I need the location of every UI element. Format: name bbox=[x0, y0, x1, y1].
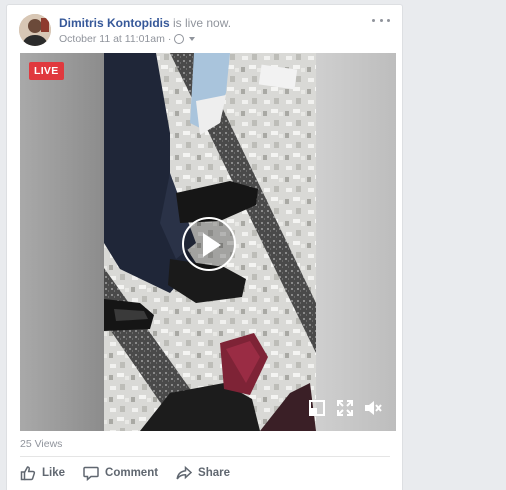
comment-button[interactable]: Comment bbox=[83, 465, 158, 481]
comment-label: Comment bbox=[105, 467, 159, 479]
comment-icon bbox=[83, 466, 99, 481]
post-title-line: Dimitris Kontopidis is live now. bbox=[59, 16, 231, 30]
avatar[interactable] bbox=[19, 14, 51, 46]
live-video-player[interactable]: LIVE bbox=[20, 53, 396, 431]
thumbs-up-icon bbox=[20, 466, 36, 481]
like-label: Like bbox=[42, 467, 66, 479]
view-count[interactable]: 25 Views bbox=[20, 438, 62, 450]
more-options-icon[interactable] bbox=[372, 14, 390, 26]
fullscreen-icon[interactable] bbox=[336, 399, 354, 417]
share-button[interactable]: Share bbox=[176, 465, 230, 481]
share-label: Share bbox=[198, 467, 231, 479]
mute-icon[interactable] bbox=[364, 399, 382, 417]
play-icon[interactable] bbox=[182, 217, 236, 271]
mini-player-icon[interactable] bbox=[308, 399, 326, 417]
post-actions: Like Comment Share bbox=[20, 461, 230, 485]
globe-icon[interactable] bbox=[174, 34, 185, 44]
post-meta: October 11 at 11:01am · bbox=[59, 33, 196, 45]
meta-separator: · bbox=[167, 33, 172, 45]
divider bbox=[20, 456, 390, 457]
post-timestamp[interactable]: October 11 at 11:01am bbox=[59, 33, 165, 45]
live-badge: LIVE bbox=[29, 62, 64, 80]
share-icon bbox=[176, 465, 193, 480]
post-action-text: is live now. bbox=[169, 16, 232, 30]
caret-down-icon[interactable] bbox=[189, 37, 196, 41]
post-card: Dimitris Kontopidis is live now. October… bbox=[6, 4, 403, 490]
like-button[interactable]: Like bbox=[20, 465, 65, 481]
author-name-link[interactable]: Dimitris Kontopidis bbox=[59, 16, 170, 30]
post-header: Dimitris Kontopidis is live now. October… bbox=[19, 14, 390, 50]
